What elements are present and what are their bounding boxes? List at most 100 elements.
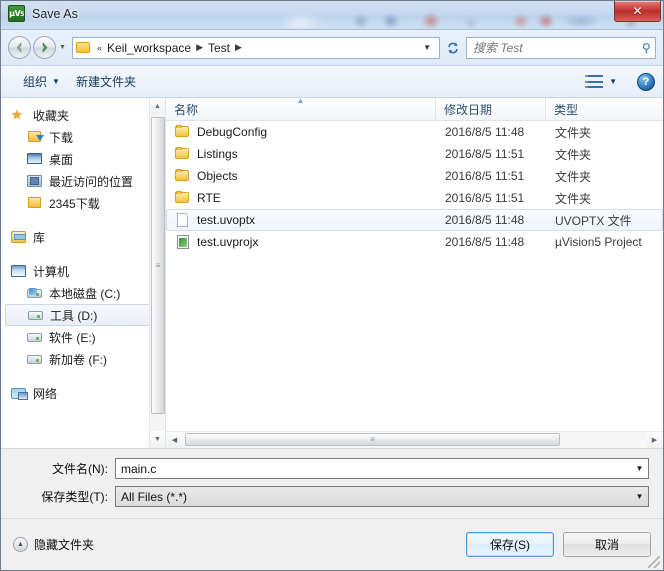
sidebar-item-drive-e[interactable]: 软件 (E:): [1, 326, 165, 348]
table-row[interactable]: Listings 2016/8/5 11:51 文件夹: [166, 143, 663, 165]
file-name: RTE: [197, 191, 221, 205]
recent-pages-dropdown[interactable]: ▼: [57, 44, 68, 51]
filename-input[interactable]: [116, 459, 631, 478]
filename-label: 文件名(N):: [52, 462, 108, 476]
sidebar-item-downloads[interactable]: 下载: [1, 126, 165, 148]
file-name-cell: test.uvprojx: [167, 235, 437, 249]
scrollbar-track[interactable]: ≡: [183, 432, 646, 448]
breadcrumb-test[interactable]: Test: [205, 39, 233, 57]
back-button[interactable]: [8, 36, 31, 59]
sidebar-item-2345-download[interactable]: 2345下载: [1, 192, 165, 214]
file-type-cell: 文件夹: [555, 147, 592, 162]
footer-buttons: 保存(S) 取消: [466, 532, 651, 557]
breadcrumb-keil-workspace[interactable]: Keil_workspace: [104, 39, 194, 57]
forward-button[interactable]: [33, 36, 56, 59]
sidebar-item-recent-places[interactable]: 最近访问的位置: [1, 170, 165, 192]
drive-icon: [28, 308, 44, 322]
chevron-down-icon[interactable]: ▼: [631, 459, 648, 478]
computer-icon: [11, 264, 27, 278]
sort-ascending-icon: ▲: [296, 98, 305, 105]
dialog-content: ★ 收藏夹 下载 桌面 最近访问的位置 2345下载 库 计算机 本地磁盘 (C…: [1, 98, 663, 449]
table-row[interactable]: DebugConfig 2016/8/5 11:48 文件夹: [166, 121, 663, 143]
save-button[interactable]: 保存(S): [466, 532, 554, 557]
download-folder-icon: [27, 130, 44, 144]
scroll-down-arrow[interactable]: ▼: [150, 431, 165, 448]
address-bar[interactable]: « Keil_workspace ▶ Test ▶ ▼: [72, 36, 440, 59]
filetype-combo[interactable]: All Files (*.*) ▼: [115, 486, 649, 507]
refresh-icon[interactable]: [442, 37, 463, 59]
resize-grip[interactable]: [648, 556, 660, 568]
column-header-date[interactable]: 修改日期: [436, 98, 546, 120]
breadcrumb-separator-2[interactable]: ▶: [233, 42, 244, 53]
folder-icon: [175, 169, 190, 183]
folder-icon: [175, 125, 190, 139]
search-icon: ⚲: [642, 40, 651, 55]
filetype-label: 保存类型(T):: [41, 490, 108, 504]
forward-arrow-icon: [42, 42, 48, 53]
sidebar-item-drive-f[interactable]: 新加卷 (F:): [1, 348, 165, 370]
file-date-cell: 2016/8/5 11:51: [445, 191, 525, 205]
sidebar-label: 网络: [33, 386, 58, 401]
filename-combo[interactable]: ▼: [115, 458, 649, 479]
column-header-name[interactable]: ▲ 名称: [166, 98, 436, 120]
title-bar-left: μV5 Save As: [8, 5, 78, 22]
file-name: test.uvprojx: [197, 235, 259, 249]
table-row[interactable]: Objects 2016/8/5 11:51 文件夹: [166, 165, 663, 187]
library-icon: [11, 230, 27, 244]
chevron-down-icon: ▼: [609, 77, 617, 86]
scroll-right-arrow[interactable]: ▶: [646, 432, 663, 448]
help-icon[interactable]: ?: [637, 72, 655, 91]
column-label: 类型: [554, 102, 579, 117]
file-rows: DebugConfig 2016/8/5 11:48 文件夹 Listings …: [166, 121, 663, 253]
folder-icon: [76, 41, 91, 54]
sidebar-item-libraries[interactable]: 库: [1, 226, 165, 248]
file-date-cell: 2016/8/5 11:51: [445, 147, 525, 161]
sidebar-label: 新加卷 (F:): [49, 352, 107, 367]
address-dropdown-arrow[interactable]: ▼: [417, 43, 437, 52]
file-name: Objects: [197, 169, 238, 183]
close-button[interactable]: ✕: [614, 1, 661, 22]
sidebar-item-drive-c[interactable]: 本地磁盘 (C:): [1, 282, 165, 304]
search-box[interactable]: ⚲: [466, 36, 656, 59]
cancel-button[interactable]: 取消: [563, 532, 651, 557]
new-folder-button[interactable]: 新建文件夹: [68, 70, 144, 93]
table-row[interactable]: test.uvprojx 2016/8/5 11:48 µVision5 Pro…: [166, 231, 663, 253]
hide-folders-label: 隐藏文件夹: [34, 538, 95, 552]
file-type-cell: µVision5 Project: [555, 235, 642, 249]
search-input[interactable]: [471, 39, 643, 56]
sidebar-item-favorites[interactable]: ★ 收藏夹: [1, 104, 165, 126]
sidebar-item-drive-d[interactable]: 工具 (D:): [5, 304, 159, 326]
sidebar-item-computer[interactable]: 计算机: [1, 260, 165, 282]
address-prefix[interactable]: «: [95, 43, 104, 53]
star-icon: ★: [11, 107, 23, 122]
view-mode-icon[interactable]: [588, 75, 604, 88]
scroll-left-arrow[interactable]: ◀: [166, 432, 183, 448]
title-bar: μV5 Save As ✕: [1, 1, 663, 30]
hide-folders-button[interactable]: ▲ 隐藏文件夹: [13, 536, 94, 553]
scrollbar-thumb[interactable]: ≡: [185, 433, 560, 446]
drive-icon: [27, 352, 43, 366]
scrollbar-thumb[interactable]: ≡: [151, 117, 165, 414]
table-row[interactable]: RTE 2016/8/5 11:51 文件夹: [166, 187, 663, 209]
scroll-up-arrow[interactable]: ▲: [150, 98, 165, 115]
file-type-cell: 文件夹: [555, 169, 592, 184]
filetype-value: All Files (*.*): [121, 489, 188, 504]
organize-button[interactable]: 组织 ▼: [15, 70, 68, 93]
sidebar-item-network[interactable]: 网络: [1, 382, 165, 404]
view-mode-dropdown[interactable]: ▼: [603, 74, 623, 89]
column-headers: ▲ 名称 修改日期 类型: [166, 98, 663, 121]
table-row[interactable]: test.uvoptx 2016/8/5 11:48 UVOPTX 文件: [166, 209, 663, 231]
back-arrow-icon: [16, 42, 22, 53]
column-header-type[interactable]: 类型: [546, 98, 663, 120]
file-date-cell: 2016/8/5 11:48: [445, 125, 525, 139]
chevron-down-icon[interactable]: ▼: [631, 487, 648, 506]
breadcrumb-separator-1[interactable]: ▶: [194, 42, 205, 53]
sidebar-label: 收藏夹: [33, 108, 70, 123]
save-form: 文件名(N): ▼ 保存类型(T): All Files (*.*) ▼: [1, 449, 663, 520]
sidebar-scrollbar[interactable]: ▲ ≡ ▼: [149, 98, 165, 448]
scrollbar-grip: ≡: [370, 434, 375, 444]
file-list-horizontal-scrollbar[interactable]: ◀ ≡ ▶: [166, 431, 663, 448]
sidebar-item-desktop[interactable]: 桌面: [1, 148, 165, 170]
window-title: Save As: [32, 6, 78, 21]
file-name-cell: Listings: [167, 147, 437, 161]
